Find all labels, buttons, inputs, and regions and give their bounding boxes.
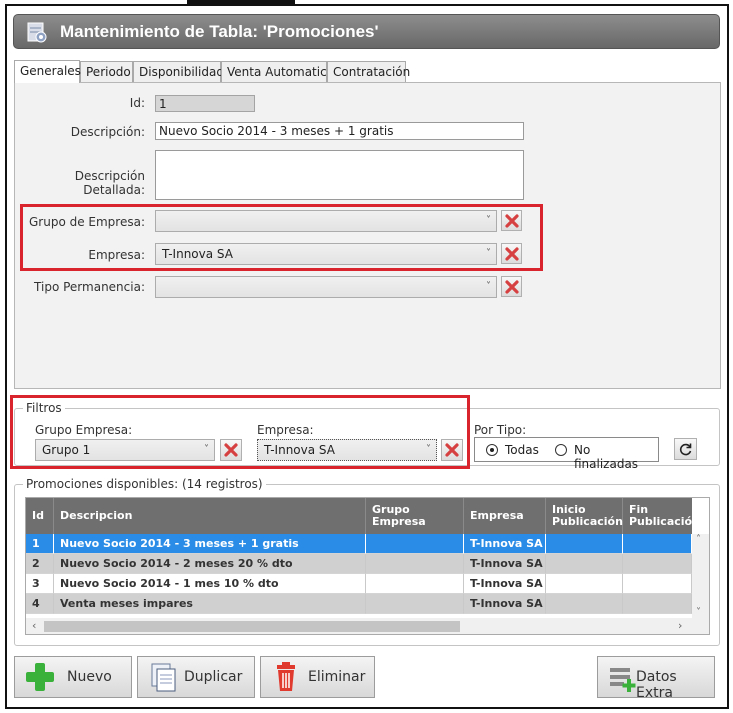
- tab-periodo[interactable]: Periodo: [80, 61, 133, 83]
- cell-fin: [623, 534, 692, 554]
- descripcion-detallada-textarea[interactable]: [155, 150, 524, 200]
- descripcion-label: Descripción:: [70, 125, 145, 139]
- close-icon: [505, 280, 519, 294]
- vertical-scrollbar[interactable]: ˄ ˅: [692, 534, 709, 618]
- tab-generales[interactable]: Generales: [14, 60, 81, 83]
- horizontal-scroll-thumb[interactable]: [44, 621, 460, 632]
- cell-inicio: [546, 534, 623, 554]
- table-settings-icon: [27, 22, 47, 43]
- scroll-down-icon[interactable]: ˅: [696, 607, 701, 618]
- radio-todas-label: Todas: [505, 443, 539, 457]
- radio-todas[interactable]: [486, 444, 498, 456]
- por-tipo-radio-group: Todas No finalizadas: [474, 437, 659, 471]
- cell-descripcion: Nuevo Socio 2014 - 1 mes 10 % dto: [54, 574, 366, 594]
- cell-inicio: [546, 594, 623, 614]
- add-icon: [26, 663, 54, 691]
- tab-contratacion[interactable]: Contratación: [327, 61, 410, 83]
- radio-no-finalizadas[interactable]: [555, 444, 567, 456]
- descripcion-input[interactable]: Nuevo Socio 2014 - 3 meses + 1 gratis: [155, 122, 524, 140]
- cell-empresa: T-Innova SA: [464, 534, 546, 554]
- col-header-inicio-publicacion[interactable]: Inicio Publicación: [546, 498, 623, 534]
- col-header-descripcion[interactable]: Descripcion: [54, 498, 366, 534]
- clear-tipo-permanencia-button[interactable]: [501, 276, 522, 297]
- horizontal-scrollbar[interactable]: ‹ ›: [26, 618, 709, 634]
- scroll-left-icon[interactable]: ‹: [32, 619, 36, 632]
- datos-extra-label: Datos Extra: [636, 669, 677, 701]
- id-field: 1: [155, 95, 255, 112]
- duplicar-button[interactable]: Duplicar: [137, 656, 255, 698]
- cell-id: 2: [26, 554, 54, 574]
- scroll-up-icon[interactable]: ˄: [696, 534, 701, 545]
- window-top-tab: [187, 0, 295, 5]
- duplicate-icon: [151, 663, 176, 692]
- add-list-icon: [610, 668, 636, 692]
- cell-fin: [623, 554, 692, 574]
- por-tipo-label: Por Tipo:: [474, 423, 527, 437]
- eliminar-button[interactable]: Eliminar: [260, 656, 375, 698]
- cell-id: 4: [26, 594, 54, 614]
- tipo-permanencia-select[interactable]: ˅: [155, 276, 497, 298]
- refresh-icon: [679, 443, 692, 456]
- scroll-right-icon[interactable]: ›: [678, 619, 682, 632]
- nuevo-button[interactable]: Nuevo: [14, 656, 132, 698]
- cell-descripcion: Venta meses impares: [54, 594, 366, 614]
- promociones-grid: Id Descripcion Grupo Empresa Empresa Ini…: [25, 497, 710, 635]
- cell-descripcion: Nuevo Socio 2014 - 2 meses 20 % dto: [54, 554, 366, 574]
- cell-grupo-empresa: [366, 534, 464, 554]
- col-header-fin-publicacion[interactable]: Fin Publicación: [623, 498, 700, 534]
- promociones-legend: Promociones disponibles: (14 registros): [23, 477, 266, 491]
- eliminar-label: Eliminar: [308, 669, 366, 685]
- col-header-grupo-empresa[interactable]: Grupo Empresa: [366, 498, 464, 534]
- col-header-empresa[interactable]: Empresa: [464, 498, 546, 534]
- window-title: Mantenimiento de Tabla: 'Promociones': [60, 22, 379, 41]
- tipo-permanencia-label: Tipo Permanencia:: [34, 280, 145, 294]
- datos-extra-button[interactable]: Datos Extra: [597, 656, 715, 701]
- highlight-box-filtros: [10, 395, 470, 469]
- duplicar-label: Duplicar: [184, 669, 243, 685]
- cell-fin: [623, 574, 692, 594]
- col-header-id[interactable]: Id: [26, 498, 54, 534]
- grid-header: Id Descripcion Grupo Empresa Empresa Ini…: [26, 498, 700, 534]
- cell-descripcion: Nuevo Socio 2014 - 3 meses + 1 gratis: [54, 534, 366, 554]
- radio-no-finalizadas-label: No finalizadas: [574, 443, 639, 471]
- tab-venta-automatica[interactable]: Venta Automatica: [221, 61, 334, 83]
- trash-icon: [277, 662, 295, 691]
- cell-empresa: T-Innova SA: [464, 594, 546, 614]
- nuevo-label: Nuevo: [67, 669, 112, 685]
- cell-empresa: T-Innova SA: [464, 574, 546, 594]
- highlight-box-empresa: [20, 204, 543, 271]
- cell-grupo-empresa: [366, 594, 464, 614]
- title-bar: Mantenimiento de Tabla: 'Promociones': [13, 14, 720, 49]
- cell-inicio: [546, 554, 623, 574]
- cell-empresa: T-Innova SA: [464, 554, 546, 574]
- id-label: Id:: [129, 96, 145, 110]
- tab-disponibilidad[interactable]: Disponibilidad: [133, 61, 224, 83]
- cell-id: 1: [26, 534, 54, 554]
- cell-grupo-empresa: [366, 574, 464, 594]
- cell-inicio: [546, 574, 623, 594]
- refresh-button[interactable]: [674, 438, 697, 460]
- cell-id: 3: [26, 574, 54, 594]
- descripcion-detallada-label: Descripción Detallada:: [74, 169, 145, 197]
- cell-fin: [623, 594, 692, 614]
- cell-grupo-empresa: [366, 554, 464, 574]
- chevron-down-icon: ˅: [486, 281, 491, 292]
